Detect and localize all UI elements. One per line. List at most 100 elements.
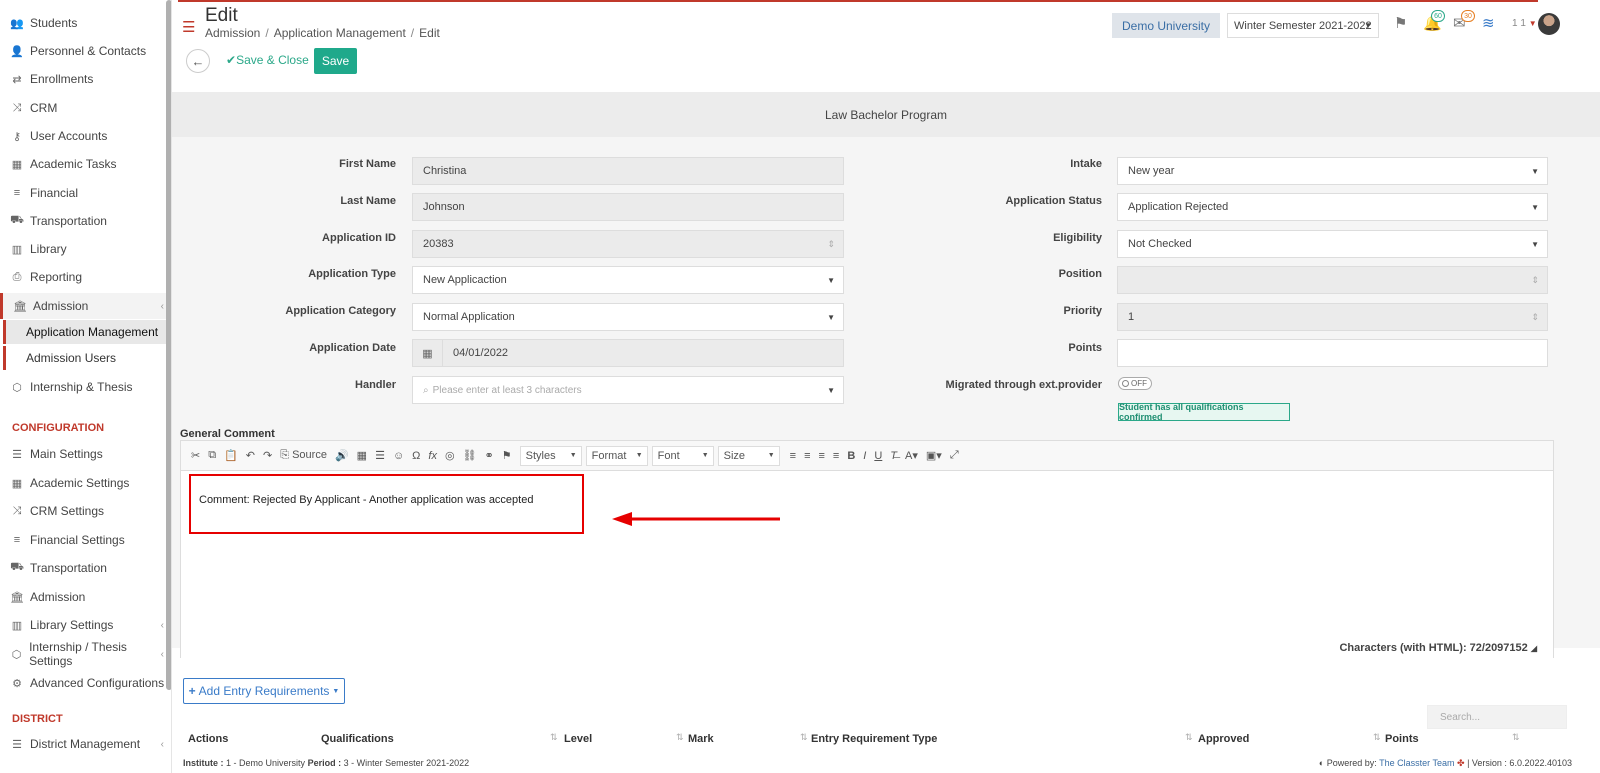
intake-select[interactable]: New year ▼ <box>1117 157 1548 185</box>
user-number[interactable]: 1 1 ▼ <box>1512 18 1537 29</box>
redo-icon[interactable]: ↷ <box>263 449 272 462</box>
sidebar-subitem-application-management[interactable]: Application Management <box>3 320 166 344</box>
align-center-icon[interactable]: ≡ <box>804 450 810 462</box>
application-date-field[interactable]: ▦ 04/01/2022 <box>412 339 844 367</box>
italic-icon[interactable]: I <box>863 450 866 462</box>
formula-icon[interactable]: fx <box>428 450 437 462</box>
bg-color-icon[interactable]: ▣▾ <box>926 449 942 462</box>
editor-body[interactable]: Comment: Rejected By Applicant - Another… <box>181 472 1553 639</box>
format-select[interactable]: Format ▼ <box>585 445 648 466</box>
rich-text-editor[interactable]: ✂ ⧉ 📋 ↶ ↷ ⎘ Source 🔊 ▦ ☰ ☺ Ω fx ◎ ⛓ ⚭ ⚑ … <box>180 440 1554 658</box>
breadcrumb-admission[interactable]: Admission <box>205 26 260 40</box>
align-right-icon[interactable]: ≡ <box>818 450 824 462</box>
sidebar-item-crm[interactable]: ⤨ CRM <box>0 95 166 121</box>
column-header-entry-requirement-type[interactable]: Entry Requirement Type <box>811 733 937 745</box>
unlink-icon[interactable]: ⚭ <box>485 449 494 462</box>
flag-icon[interactable]: ⚑ <box>1394 14 1407 32</box>
first-name-field[interactable]: Christina <box>412 157 844 185</box>
sidebar-item-library-settings[interactable]: ▥ Library Settings ‹ <box>0 612 166 638</box>
sidebar-item-admission-settings[interactable]: 🏛 Admission <box>0 584 166 610</box>
calendar-icon[interactable]: ▦ <box>413 340 443 366</box>
column-header-qualifications[interactable]: Qualifications <box>321 733 394 745</box>
speaker-icon[interactable]: 🔊 <box>335 449 349 462</box>
sidebar-item-financial[interactable]: ≡ Financial <box>0 180 166 206</box>
undo-icon[interactable]: ↶ <box>246 449 255 462</box>
sidebar-item-main-settings[interactable]: ☰ Main Settings <box>0 441 166 467</box>
sidebar-item-students[interactable]: 👥 Students <box>0 10 166 36</box>
handler-select[interactable]: ⌕ Please enter at least 3 characters ▼ <box>412 376 844 404</box>
text-color-icon[interactable]: A▾ <box>905 449 918 462</box>
styles-select[interactable]: Styles ▼ <box>519 445 582 466</box>
bold-icon[interactable]: B <box>847 450 855 462</box>
underline-icon[interactable]: U <box>874 450 882 462</box>
save-button[interactable]: Save <box>314 48 357 74</box>
sidebar-item-admission[interactable]: 🏛 Admission ‹ <box>0 293 166 319</box>
font-select[interactable]: Font ▼ <box>651 445 714 466</box>
sidebar-item-library[interactable]: ▥ Library <box>0 236 166 262</box>
sidebar-item-crm-settings[interactable]: ⤨ CRM Settings <box>0 498 166 524</box>
sort-icon[interactable]: ⇅ <box>800 732 808 743</box>
sidebar-item-academic-tasks[interactable]: ▦ Academic Tasks <box>0 151 166 177</box>
application-id-field[interactable]: 20383 ⇕ <box>412 230 844 258</box>
align-left-icon[interactable]: ≡ <box>790 450 796 462</box>
layers-icon[interactable]: ≋ <box>1482 14 1495 32</box>
avatar[interactable] <box>1538 13 1560 35</box>
application-category-select[interactable]: Normal Application ▼ <box>412 303 844 331</box>
remove-format-icon[interactable]: T̶ <box>890 450 897 462</box>
sort-icon[interactable]: ⇅ <box>1373 732 1381 743</box>
flag-icon[interactable]: ⚑ <box>502 449 512 462</box>
sidebar-item-financial-settings[interactable]: ≡ Financial Settings <box>0 527 166 553</box>
sort-icon[interactable]: ⇅ <box>1512 732 1520 743</box>
sidebar-item-advanced-configurations[interactable]: ⚙ Advanced Configurations <box>0 670 166 696</box>
position-field[interactable]: ⇕ <box>1117 266 1548 294</box>
sidebar-subitem-admission-users[interactable]: Admission Users <box>3 346 166 370</box>
points-field[interactable] <box>1117 339 1548 367</box>
save-close-button[interactable]: ✔Save & Close <box>226 53 309 67</box>
link-icon[interactable]: ⛓ <box>463 449 477 462</box>
bell-icon[interactable]: 🔔 60 <box>1423 10 1445 32</box>
source-button[interactable]: ⎘ Source <box>280 449 327 462</box>
sidebar-item-transportation-settings[interactable]: ⛟ Transportation <box>0 555 166 581</box>
sidebar-item-personnel[interactable]: 👤 Personnel & Contacts <box>0 38 166 64</box>
sidebar-item-user-accounts[interactable]: ⚷ User Accounts <box>0 123 166 149</box>
sidebar-item-internship-settings[interactable]: ⬡ Internship / Thesis Settings ‹ <box>0 640 166 668</box>
table-search-input[interactable]: Search... <box>1427 705 1567 729</box>
column-header-mark[interactable]: Mark <box>688 733 714 745</box>
sidebar-item-transportation[interactable]: ⛟ Transportation <box>0 208 166 234</box>
classter-team-link[interactable]: The Classter Team <box>1379 758 1454 768</box>
hr-icon[interactable]: ☰ <box>375 449 385 462</box>
sidebar-item-district-management[interactable]: ☰ District Management ‹ <box>0 731 166 757</box>
smiley-icon[interactable]: ☺ <box>393 450 404 462</box>
sidebar-item-reporting[interactable]: ⎙ Reporting <box>0 264 166 290</box>
add-entry-requirements-button[interactable]: + Add Entry Requirements ▼ <box>183 678 345 704</box>
hamburger-menu-icon[interactable]: ☰ <box>182 18 195 36</box>
table-icon[interactable]: ▦ <box>357 449 367 462</box>
column-header-points[interactable]: Points <box>1385 733 1419 745</box>
sidebar-item-internship[interactable]: ⬡ Internship & Thesis <box>0 374 166 400</box>
sort-icon[interactable]: ⇅ <box>1185 732 1193 743</box>
size-select[interactable]: Size ▼ <box>717 445 780 466</box>
copy-icon[interactable]: ⧉ <box>208 449 216 462</box>
sidebar-item-academic-settings[interactable]: ▦ Academic Settings <box>0 470 166 496</box>
migrated-toggle[interactable]: OFF <box>1118 377 1152 390</box>
last-name-field[interactable]: Johnson <box>412 193 844 221</box>
semester-select[interactable]: Winter Semester 2021-2022 ▼ <box>1227 13 1379 38</box>
maximize-icon[interactable]: ⤢ <box>950 449 959 462</box>
omega-icon[interactable]: Ω <box>412 450 420 462</box>
envelope-icon[interactable]: ✉ 30 <box>1453 10 1475 32</box>
eligibility-select[interactable]: Not Checked ▼ <box>1117 230 1548 258</box>
breadcrumb-application-management[interactable]: Application Management <box>274 26 406 40</box>
paste-icon[interactable]: 📋 <box>224 449 238 462</box>
priority-field[interactable]: 1 ⇕ <box>1117 303 1548 331</box>
back-button[interactable]: ← <box>186 49 210 73</box>
sort-icon[interactable]: ⇅ <box>676 732 684 743</box>
university-button[interactable]: Demo University <box>1112 13 1220 38</box>
globe-icon[interactable]: ◎ <box>445 449 455 462</box>
application-type-select[interactable]: New Applicaction ▼ <box>412 266 844 294</box>
sort-icon[interactable]: ⇅ <box>550 732 558 743</box>
cut-icon[interactable]: ✂ <box>191 449 200 462</box>
sidebar-item-enrollments[interactable]: ⇄ Enrollments <box>0 66 166 92</box>
application-status-select[interactable]: Application Rejected ▼ <box>1117 193 1548 221</box>
column-header-level[interactable]: Level <box>564 733 592 745</box>
column-header-approved[interactable]: Approved <box>1198 733 1249 745</box>
